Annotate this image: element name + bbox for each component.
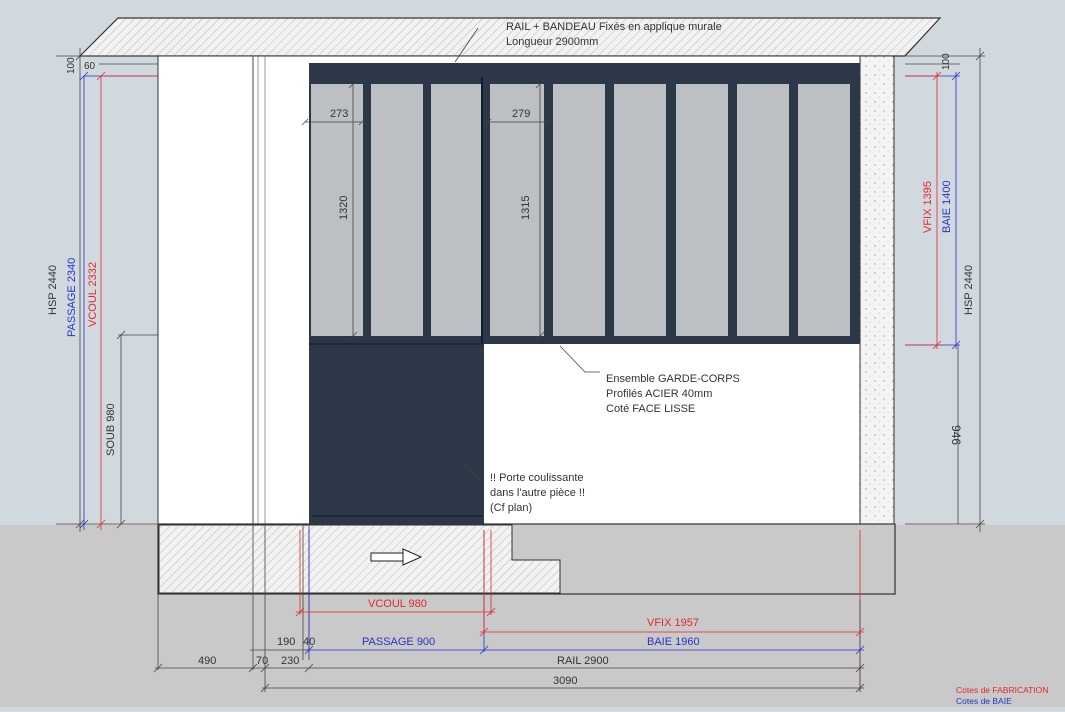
garde-note-line1: Ensemble GARDE-CORPS xyxy=(606,373,740,385)
right-wall-section xyxy=(859,55,895,525)
dim-soub: SOUB 980 xyxy=(105,403,117,456)
dim-hsp-right: HSP 2440 xyxy=(963,265,975,315)
porte-note-line1: !! Porte coulissante xyxy=(490,472,584,484)
drawing-stage: RAIL + BANDEAU Fixés en applique murale … xyxy=(0,0,1065,707)
glass-pane xyxy=(431,84,481,336)
dim-1320: 1320 xyxy=(338,196,350,220)
dim-40: 40 xyxy=(303,636,315,648)
glass-pane xyxy=(553,84,605,336)
glass-pane xyxy=(371,84,423,336)
glass-pane xyxy=(676,84,728,336)
legend-baie: Cotes de BAIE xyxy=(956,696,1012,706)
dim-490: 490 xyxy=(198,655,216,667)
legend-fabrication: Cotes de FABRICATION xyxy=(956,685,1048,695)
dim-70: 70 xyxy=(256,655,268,667)
porte-note-line2: dans l'autre pièce !! xyxy=(490,487,585,499)
dim-vfix-bottom: VFIX 1957 xyxy=(647,617,699,629)
dim-190: 190 xyxy=(277,636,295,648)
garde-note-line2: Profilés ACIER 40mm xyxy=(606,388,712,400)
dim-100-left: 100 xyxy=(66,57,77,74)
dim-230: 230 xyxy=(281,655,299,667)
glass-pane xyxy=(798,84,850,336)
dim-279: 279 xyxy=(512,108,530,120)
dim-273: 273 xyxy=(330,108,348,120)
rail-note-line2: Longueur 2900mm xyxy=(506,36,598,48)
dim-rail-bottom: RAIL 2900 xyxy=(557,655,609,667)
garde-note-line3: Coté FACE LISSE xyxy=(606,403,695,415)
dim-946: 946 xyxy=(949,425,963,445)
dim-passage-bottom: PASSAGE 900 xyxy=(362,636,435,648)
dim-1315: 1315 xyxy=(520,196,532,220)
glass-pane xyxy=(614,84,666,336)
left-jamb xyxy=(157,55,254,525)
dim-vfix-right: VFIX 1395 xyxy=(922,181,934,233)
elevation-drawing: RAIL + BANDEAU Fixés en applique murale … xyxy=(0,17,1065,707)
dim-60: 60 xyxy=(84,61,96,72)
glass-pane xyxy=(737,84,789,336)
dim-100-right: 100 xyxy=(941,53,952,70)
dim-passage-left: PASSAGE 2340 xyxy=(66,258,78,337)
rail-note-line1: RAIL + BANDEAU Fixés en applique murale xyxy=(506,21,722,33)
porte-note-line3: (Cf plan) xyxy=(490,502,532,514)
dim-baie-right: BAIE 1400 xyxy=(941,180,953,233)
dim-baie-bottom: BAIE 1960 xyxy=(647,636,700,648)
door-panel xyxy=(309,344,484,524)
dim-hsp-left: HSP 2440 xyxy=(47,265,59,315)
threshold-hatch xyxy=(158,524,561,594)
dim-vcoul-bottom: VCOUL 980 xyxy=(368,598,427,610)
dim-total: 3090 xyxy=(553,675,577,687)
dim-vcoul-left: VCOUL 2332 xyxy=(87,262,99,327)
